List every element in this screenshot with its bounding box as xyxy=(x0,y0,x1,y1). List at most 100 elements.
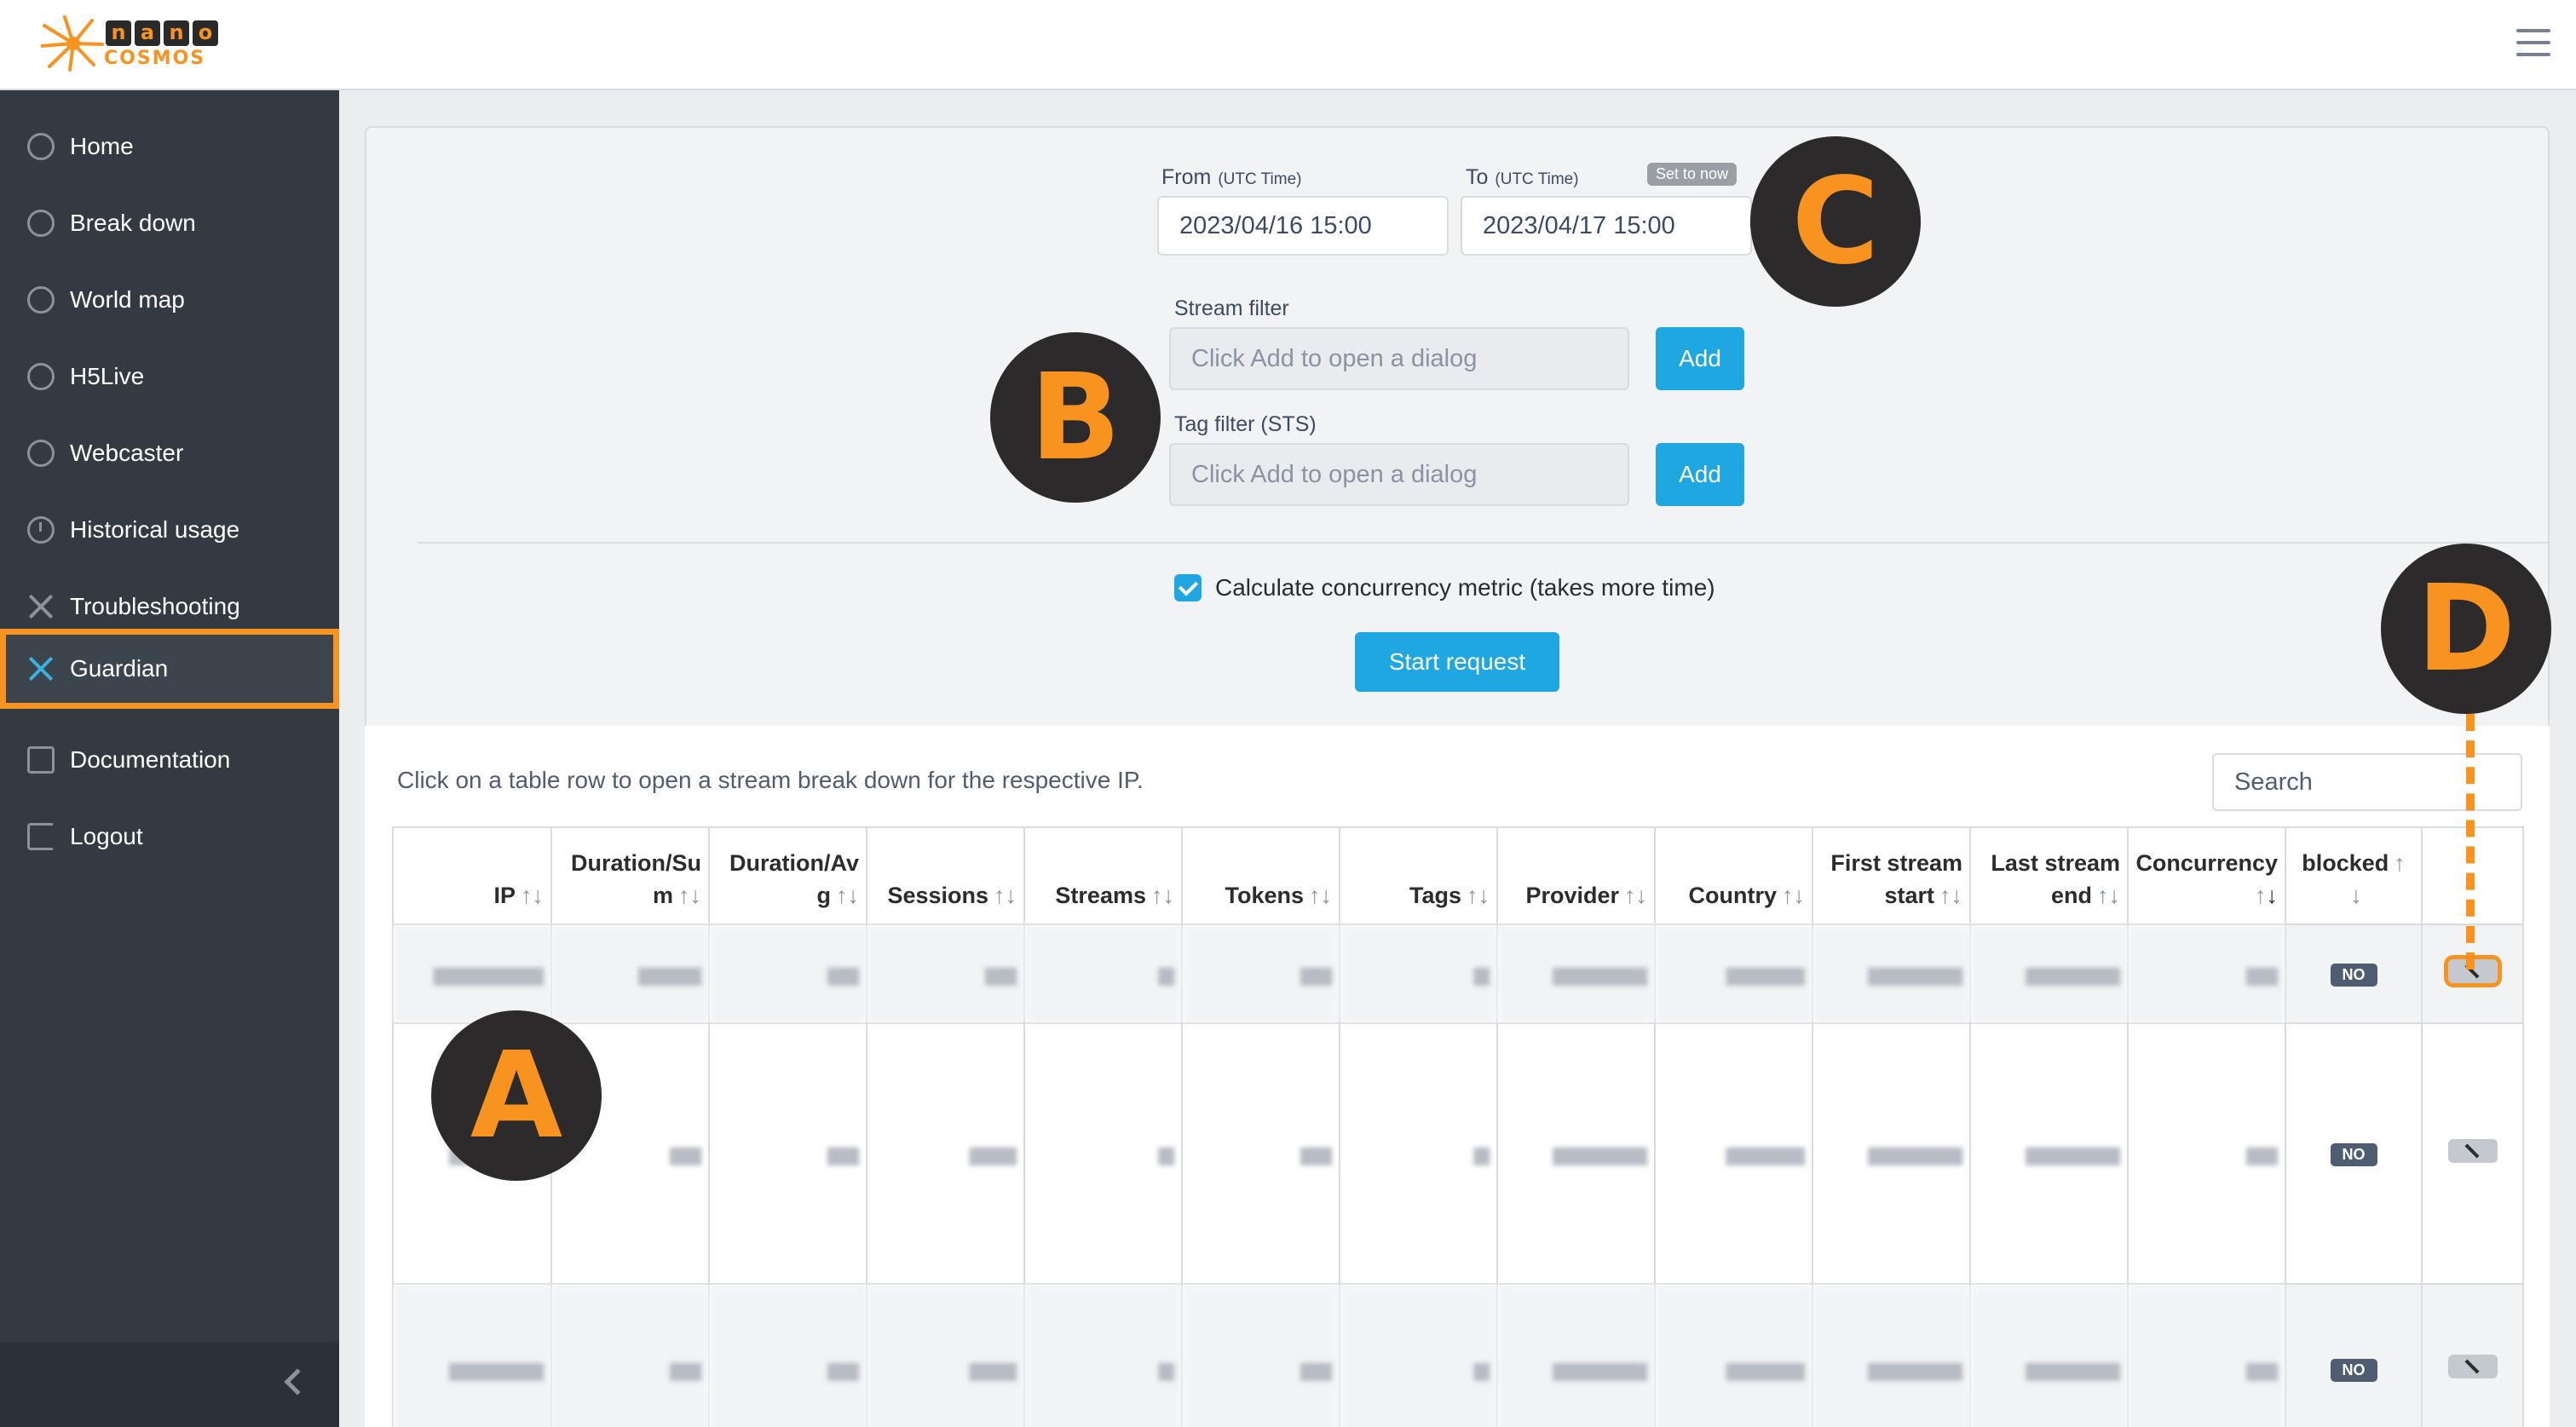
sidebar-item-label: Home xyxy=(70,133,134,159)
blocked-badge: NO xyxy=(2330,1142,2377,1166)
search-input[interactable]: Search xyxy=(2212,753,2522,811)
chevron-left-icon[interactable] xyxy=(284,1368,311,1395)
concurrency-label: Calculate concurrency metric (takes more… xyxy=(1215,574,1715,601)
sidebar-item-label: World map xyxy=(70,286,185,313)
blurred-cell: ▆▆ xyxy=(2127,1283,2286,1427)
sidebar-item-home[interactable]: Home xyxy=(0,109,339,184)
col-header-provider[interactable]: Provider ↑↓ xyxy=(1496,826,1656,925)
dashboard-icon xyxy=(27,133,55,160)
wrench-icon[interactable] xyxy=(2447,1138,2498,1163)
blurred-cell: ▆▆▆▆▆▆ xyxy=(1496,924,1656,1024)
add-tag-filter-button[interactable]: Add xyxy=(1656,443,1744,506)
blurred-cell: ▆▆ xyxy=(866,924,1025,1024)
blurred-cell: ▆▆▆▆▆▆▆ xyxy=(392,924,552,1024)
blurred-cell: ▆ xyxy=(1339,1022,1498,1285)
start-request-button[interactable]: Start request xyxy=(1355,632,1559,692)
blurred-cell: ▆ xyxy=(1023,1283,1183,1427)
tag-filter-input[interactable]: Click Add to open a dialog xyxy=(1169,443,1629,506)
blurred-cell: ▆▆▆▆ xyxy=(550,924,710,1024)
table-row[interactable]: ▆▆▆▆▆▆▆▆▆▆▆▆▆▆▆▆▆▆▆▆▆▆▆▆▆▆▆▆▆▆▆▆▆▆▆▆▆▆▆▆… xyxy=(392,924,2524,1024)
col-header-blocked[interactable]: blocked ↑ ↓ xyxy=(2285,826,2423,925)
blurred-cell: ▆ xyxy=(1339,924,1498,1024)
blurred-cell: ▆ xyxy=(1339,1283,1498,1427)
sidebar-item-world-map[interactable]: World map xyxy=(0,262,339,337)
from-label: From (UTC Time) xyxy=(1161,165,1302,189)
sidebar-footer xyxy=(0,1342,339,1427)
blocked-cell: NO xyxy=(2285,1283,2423,1427)
concurrency-checkbox[interactable] xyxy=(1174,574,1202,601)
blurred-cell: ▆▆ xyxy=(708,1283,867,1427)
blurred-cell: ▆▆▆▆▆▆ xyxy=(1969,1283,2129,1427)
blurred-cell: ▆▆ xyxy=(1181,924,1340,1024)
callout-a: A xyxy=(431,1010,602,1181)
callout-c: C xyxy=(1750,136,1921,307)
from-date-input[interactable]: 2023/04/16 15:00 xyxy=(1157,196,1449,256)
to-label: To (UTC Time) xyxy=(1466,165,1579,189)
blurred-cell: ▆▆▆ xyxy=(866,1283,1025,1427)
col-header-tags[interactable]: Tags ↑↓ xyxy=(1339,826,1498,925)
sidebar-item-break-down[interactable]: Break down xyxy=(0,186,339,261)
add-stream-filter-button[interactable]: Add xyxy=(1656,327,1744,390)
blurred-cell: ▆▆▆▆▆ xyxy=(1654,1022,1813,1285)
to-date-input[interactable]: 2023/04/17 15:00 xyxy=(1461,196,1752,256)
callout-d: D xyxy=(2381,544,2551,714)
sidebar-item-label: Troubleshooting xyxy=(70,593,240,619)
col-header-ip[interactable]: IP ↑↓ xyxy=(392,826,552,925)
blurred-cell: ▆▆ xyxy=(1181,1022,1340,1285)
hamburger-icon[interactable] xyxy=(2516,29,2550,60)
table-row[interactable]: ▆▆▆▆▆▆▆▆▆▆▆▆▆▆▆▆▆▆▆▆▆▆▆▆▆▆▆▆▆▆▆▆▆▆▆▆▆▆▆▆… xyxy=(392,1283,2524,1427)
sidebar-item-label: Webcaster xyxy=(70,440,184,466)
tag-filter-label: Tag filter (STS) xyxy=(1174,412,1317,436)
set-to-now-button[interactable]: Set to now xyxy=(1647,163,1738,186)
col-header-country[interactable]: Country ↑↓ xyxy=(1654,826,1813,925)
document-icon xyxy=(27,746,55,774)
sidebar-item-documentation[interactable]: Documentation xyxy=(0,722,339,797)
blurred-cell: ▆ xyxy=(1023,1022,1183,1285)
nanocosmos-logo[interactable]: nano COSMOS xyxy=(39,15,228,72)
col-header-duration-sum[interactable]: Duration/Su m ↑↓ xyxy=(550,826,710,925)
stream-filter-input[interactable]: Click Add to open a dialog xyxy=(1169,327,1629,390)
blurred-cell: ▆▆▆▆▆▆ xyxy=(1812,1283,1971,1427)
table-header-row: IP ↑↓ Duration/Su m ↑↓ Duration/Av g ↑↓ Sessi… xyxy=(392,826,2524,925)
col-header-sessions[interactable]: Sessions ↑↓ xyxy=(866,826,1025,925)
wrench-icon[interactable] xyxy=(2447,1354,2498,1378)
blurred-cell: ▆▆▆▆▆▆ xyxy=(392,1283,552,1427)
blurred-cell: ▆▆▆▆▆ xyxy=(1654,1283,1813,1427)
dashboard-icon xyxy=(27,363,55,390)
blurred-cell: ▆▆ xyxy=(1181,1283,1340,1427)
table-hint: Click on a table row to open a stream br… xyxy=(397,767,1144,793)
col-header-streams[interactable]: Streams ↑↓ xyxy=(1023,826,1183,925)
dashboard-icon xyxy=(27,210,55,237)
tools-icon xyxy=(27,593,55,620)
dashboard-icon xyxy=(27,440,55,467)
top-header: nano COSMOS xyxy=(0,0,2576,90)
dashboard-icon xyxy=(27,286,55,314)
col-header-tokens[interactable]: Tokens ↑↓ xyxy=(1181,826,1340,925)
blurred-cell: ▆▆ xyxy=(708,924,867,1024)
col-header-concurrency[interactable]: Concurrency ↑↓ xyxy=(2127,826,2286,925)
stream-filter-label: Stream filter xyxy=(1174,296,1289,320)
sidebar-item-label: Guardian xyxy=(70,655,169,682)
blocked-badge: NO xyxy=(2330,1358,2377,1382)
sidebar-item-h5live[interactable]: H5Live xyxy=(0,339,339,414)
blurred-cell: ▆▆▆▆▆▆ xyxy=(1496,1283,1656,1427)
action-cell xyxy=(2421,1022,2524,1285)
col-header-duration-avg[interactable]: Duration/Av g ↑↓ xyxy=(708,826,867,925)
sun-logo-icon xyxy=(39,15,104,72)
blocked-badge: NO xyxy=(2330,963,2377,987)
blocked-cell: NO xyxy=(2285,924,2423,1024)
blurred-cell: ▆ xyxy=(1023,924,1183,1024)
sidebar-item-guardian[interactable]: Guardian xyxy=(0,629,339,709)
callout-connector xyxy=(2466,714,2475,970)
sidebar-item-logout[interactable]: Logout xyxy=(0,799,339,874)
blurred-cell: ▆▆ xyxy=(550,1283,710,1427)
sidebar-item-label: H5Live xyxy=(70,363,145,389)
blurred-cell: ▆▆ xyxy=(708,1022,867,1285)
col-header-last-stream-end[interactable]: Last stream end ↑↓ xyxy=(1969,826,2129,925)
sidebar-item-webcaster[interactable]: Webcaster xyxy=(0,416,339,491)
action-cell xyxy=(2421,1283,2524,1427)
col-header-first-stream-start[interactable]: First stream start ↑↓ xyxy=(1812,826,1971,925)
sidebar-item-historical-usage[interactable]: Historical usage xyxy=(0,492,339,567)
logo-subtitle: COSMOS xyxy=(104,48,206,69)
table-row[interactable]: ▆▆▆▆▆▆▆▆▆▆▆▆▆▆▆▆▆▆▆▆▆▆▆▆▆▆▆▆▆▆▆▆▆▆▆▆▆▆▆▆… xyxy=(392,1022,2524,1285)
